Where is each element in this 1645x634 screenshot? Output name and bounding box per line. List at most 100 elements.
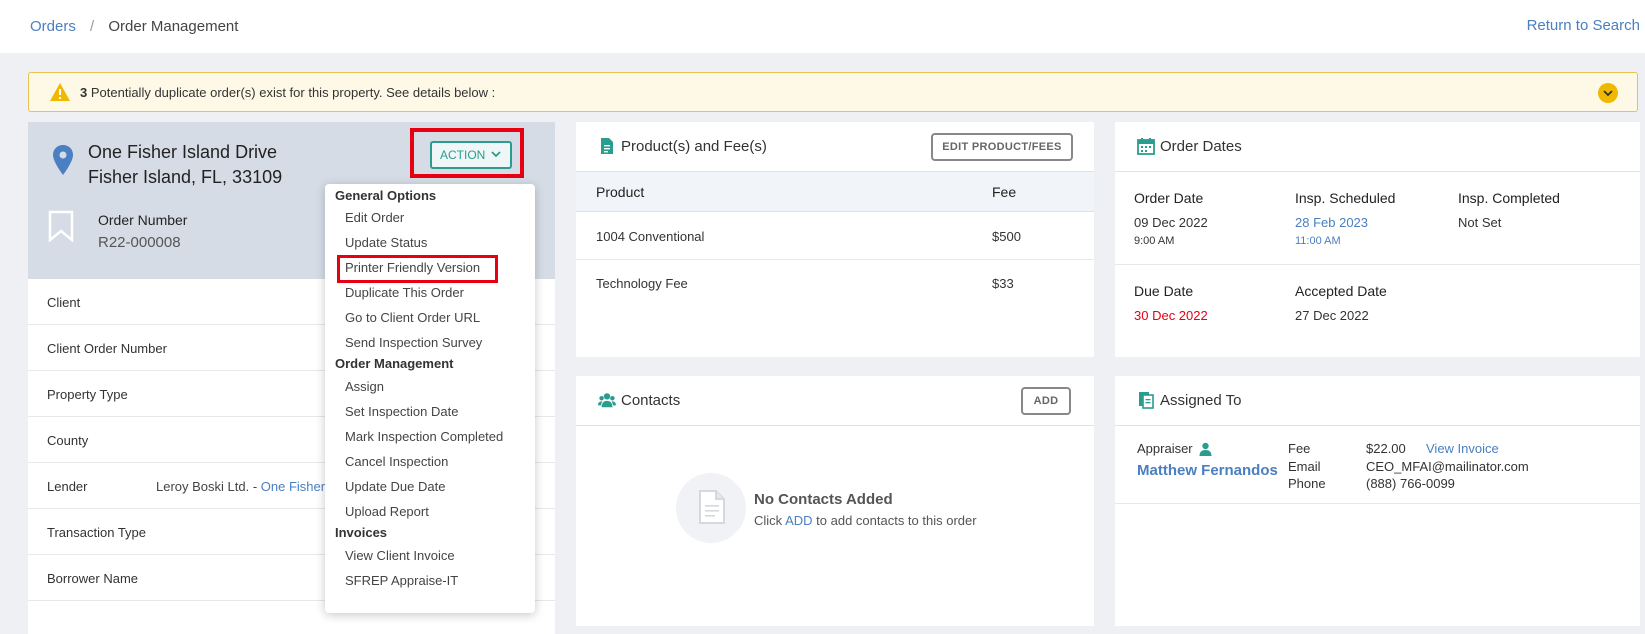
table-row: 1004 Conventional $500 [576,213,1094,260]
user-icon [1199,442,1212,456]
field-label: Property Type [47,387,128,402]
action-dropdown-menu: General Options Edit Order Update Status… [325,184,535,613]
menu-item-assign[interactable]: Assign [345,379,384,394]
product-fee: $33 [992,276,1014,291]
lender-name: Leroy Boski Ltd. - [156,479,261,494]
due-date-label: Due Date [1134,283,1194,299]
alert-message: 3 Potentially duplicate order(s) exist f… [80,85,495,100]
address-line-1: One Fisher Island Drive [88,142,278,162]
menu-item-sfrep-appraise-it[interactable]: SFREP Appraise-IT [345,573,458,588]
accepted-date-label: Accepted Date [1295,283,1387,299]
assignee-name-link[interactable]: Matthew Fernandos [1137,462,1278,479]
action-button[interactable]: ACTION [430,141,512,169]
fee-value: $22.00 [1366,441,1406,456]
empty-state-message: Click ADD to add contacts to this order [754,513,977,528]
phone-value: (888) 766-0099 [1366,476,1455,491]
empty-state-title: No Contacts Added [754,491,893,508]
menu-item-cancel-inspection[interactable]: Cancel Inspection [345,454,448,469]
menu-item-mark-inspection-completed[interactable]: Mark Inspection Completed [345,429,503,444]
due-date-value: 30 Dec 2022 [1134,308,1208,323]
field-value: Leroy Boski Ltd. - One Fisher [156,479,325,494]
empty-state-suffix: to add contacts to this order [816,513,977,528]
card-header: Product(s) and Fee(s) EDIT PRODUCT/FEES [576,122,1094,172]
field-label: Transaction Type [47,525,146,540]
order-dates-card: Order Dates Order Date 09 Dec 2022 9:00 … [1115,122,1640,357]
table-header: Product Fee [576,172,1094,212]
users-icon [598,393,616,408]
menu-item-client-order-url[interactable]: Go to Client Order URL [345,310,480,325]
accepted-date-value: 27 Dec 2022 [1295,308,1369,323]
insp-completed-value: Not Set [1458,215,1502,230]
action-button-label: ACTION [440,148,486,162]
breadcrumb-current: Order Management [108,18,239,35]
fee-label: Fee [1288,441,1311,456]
field-label: Client [47,295,81,310]
menu-group-invoices: Invoices [335,525,388,540]
insp-scheduled-date[interactable]: 28 Feb 2023 [1295,215,1368,230]
assigned-to-card: Assigned To Appraiser Matthew Fernandos … [1115,376,1640,626]
menu-group-general-options: General Options [335,188,437,203]
address-line-2: Fisher Island, FL, 33109 [88,167,283,187]
edit-product-fees-button[interactable]: EDIT PRODUCT/FEES [931,133,1073,161]
menu-item-edit-order[interactable]: Edit Order [345,210,404,225]
product-name: Technology Fee [596,276,688,291]
card-title: Product(s) and Fee(s) [621,138,767,155]
order-number-label: Order Number [98,212,188,228]
menu-item-upload-report[interactable]: Upload Report [345,504,429,519]
breadcrumb-separator: / [90,18,95,35]
column-header-fee: Fee [992,184,1017,200]
add-contact-button[interactable]: ADD [1021,387,1071,415]
order-time-value: 9:00 AM [1134,235,1175,247]
menu-item-view-client-invoice[interactable]: View Client Invoice [345,548,455,563]
chevron-down-icon [491,151,501,158]
empty-document-icon [676,473,746,543]
field-label: Client Order Number [47,341,167,356]
menu-item-printer-friendly-version[interactable]: Printer Friendly Version [345,260,480,275]
duplicate-order-alert: 3 Potentially duplicate order(s) exist f… [28,72,1638,112]
breadcrumb-orders-link[interactable]: Orders [30,18,76,35]
products-fees-card: Product(s) and Fee(s) EDIT PRODUCT/FEES … [576,122,1094,357]
assignee-role: Appraiser [1137,441,1193,456]
phone-label: Phone [1288,476,1326,491]
menu-item-duplicate-order[interactable]: Duplicate This Order [345,285,464,300]
field-label: Lender [47,479,88,494]
card-title: Assigned To [1160,392,1242,409]
return-to-search-link[interactable]: Return to Search [1527,17,1640,34]
top-bar: Orders / Order Management Return to Sear… [0,0,1645,53]
view-invoice-link[interactable]: View Invoice [1426,441,1499,456]
order-number-value: R22-000008 [98,234,181,251]
field-label: Borrower Name [47,571,139,586]
lender-link[interactable]: One Fisher [261,479,325,494]
alert-text: Potentially duplicate order(s) exist for… [90,85,496,100]
card-title: Order Dates [1160,138,1242,155]
menu-item-set-inspection-date[interactable]: Set Inspection Date [345,404,458,419]
breadcrumb: Orders / Order Management [30,18,238,35]
insp-completed-label: Insp. Completed [1458,190,1560,206]
email-value: CEO_MFAI@mailinator.com [1366,459,1529,474]
insp-scheduled-label: Insp. Scheduled [1295,190,1396,206]
warning-icon [50,83,70,101]
field-label: County [47,433,89,448]
card-header: Assigned To [1115,376,1640,426]
divider [1115,264,1640,265]
chevron-down-icon[interactable] [1598,83,1618,103]
menu-group-order-management: Order Management [335,356,454,371]
empty-state-prefix: Click [754,513,783,528]
divider [1115,503,1640,504]
menu-item-send-inspection-survey[interactable]: Send Inspection Survey [345,335,482,350]
order-date-value: 09 Dec 2022 [1134,215,1208,230]
bookmark-icon[interactable] [48,210,74,242]
action-highlight-box: ACTION [410,128,524,178]
menu-item-update-status[interactable]: Update Status [345,235,427,250]
order-date-label: Order Date [1134,190,1204,206]
clipboard-icon [1139,392,1154,409]
menu-item-update-due-date[interactable]: Update Due Date [345,479,445,494]
insp-scheduled-time[interactable]: 11:00 AM [1295,235,1341,247]
location-pin-icon [53,145,73,175]
card-header: Contacts ADD [576,376,1094,426]
empty-state-add-link[interactable]: ADD [785,513,812,528]
table-row: Technology Fee $33 [576,260,1094,307]
alert-count: 3 [80,85,88,100]
document-icon [601,138,613,154]
email-label: Email [1288,459,1321,474]
